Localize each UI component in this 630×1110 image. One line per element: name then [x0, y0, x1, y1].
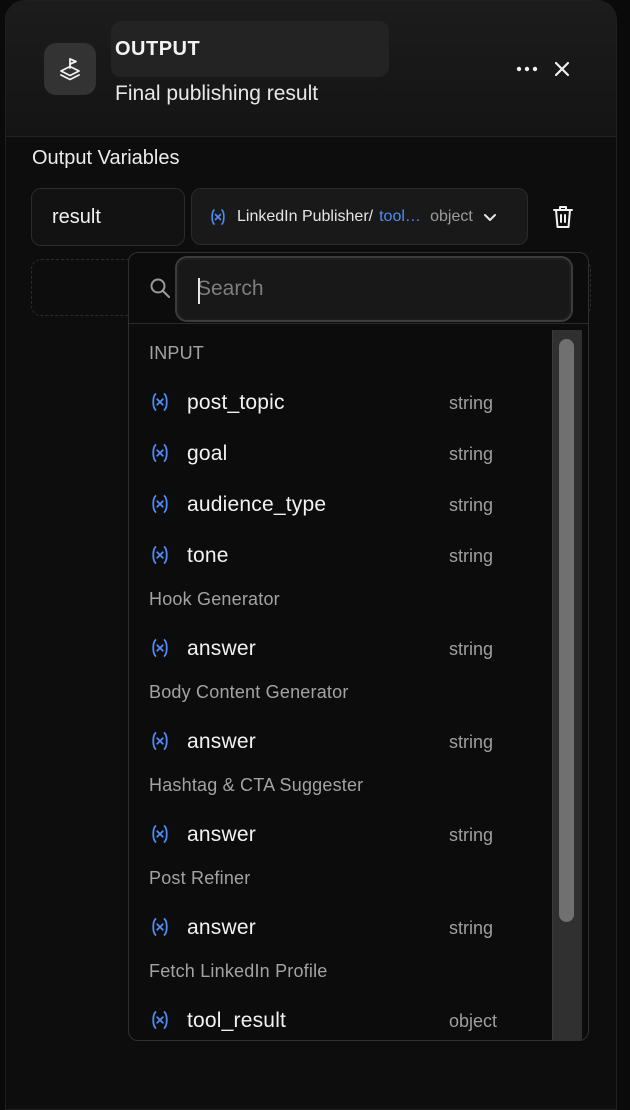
variable-option[interactable]: answer string [129, 815, 549, 855]
group-header: Fetch LinkedIn Profile [149, 961, 328, 981]
group-header: INPUT [149, 343, 204, 363]
scrollbar-thumb[interactable] [559, 339, 574, 922]
variable-option-type: string [449, 639, 494, 659]
variable-icon [149, 391, 171, 413]
more-options-icon[interactable] [514, 57, 540, 81]
variable-icon [149, 823, 171, 845]
variable-option-type: string [449, 825, 494, 845]
variable-option-name: tool_result [187, 1009, 287, 1032]
variable-option[interactable]: goal string [129, 434, 549, 474]
text-caret [198, 278, 200, 304]
variable-icon [149, 637, 171, 659]
selected-source-label: LinkedIn Publisher/ [237, 207, 374, 225]
output-variables-label: Output Variables [32, 147, 180, 169]
variable-source-select[interactable]: LinkedIn Publisher/ tool_result object [191, 188, 528, 245]
variable-option-type: string [449, 495, 494, 515]
search-input-box[interactable] [175, 256, 573, 322]
group-header: Hook Generator [149, 589, 280, 609]
variable-option-name: audience_type [187, 493, 327, 516]
selected-field-label: tool_result [379, 207, 423, 225]
variable-icon [149, 730, 171, 752]
group-header: Body Content Generator [149, 682, 349, 702]
variable-picker-dropdown: INPUTpost_topicstringgoalstringaudience_… [128, 252, 589, 1041]
node-title[interactable]: OUTPUT [115, 38, 200, 61]
variable-option-name: post_topic [187, 391, 285, 414]
variable-option-type: object [449, 1011, 498, 1031]
variable-option-type: string [449, 546, 494, 566]
variable-icon [208, 207, 228, 227]
variable-option-name: answer [187, 823, 256, 846]
search-row [129, 253, 588, 324]
variable-option[interactable]: answer string [129, 908, 549, 948]
variable-option-name: answer [187, 637, 256, 660]
flag-stack-icon [44, 43, 96, 95]
variable-option[interactable]: audience_type string [129, 485, 549, 525]
variable-option-name: tone [187, 544, 229, 567]
variable-option[interactable]: tool_result object [129, 1001, 549, 1040]
variable-icon [149, 916, 171, 938]
panel-header: OUTPUT Final publishing result [6, 1, 616, 137]
trash-icon[interactable] [551, 204, 575, 230]
search-icon [149, 277, 171, 299]
variable-list: INPUT post_topic string goal string audience_… [129, 325, 554, 1040]
variable-name-field[interactable]: result [31, 188, 185, 246]
close-icon[interactable] [550, 57, 574, 81]
variable-option[interactable]: answer string [129, 629, 549, 669]
selected-type-label: object [430, 207, 473, 225]
variable-option-name: answer [187, 730, 256, 753]
variable-option-name: goal [187, 442, 228, 465]
variable-option-type: string [449, 444, 494, 464]
variable-option-type: string [449, 918, 494, 938]
group-header: Post Refiner [149, 868, 251, 888]
variable-option-type: string [449, 393, 494, 413]
variable-option-name: answer [187, 916, 256, 939]
search-input[interactable] [177, 258, 571, 320]
variable-icon [149, 544, 171, 566]
group-header: Hashtag & CTA Suggester [149, 775, 364, 795]
variable-icon [149, 442, 171, 464]
chevron-down-icon [483, 212, 497, 222]
variable-option[interactable]: post_topic string [129, 383, 549, 423]
variable-icon [149, 493, 171, 515]
variable-option[interactable]: answer string [129, 722, 549, 762]
variable-icon [149, 1009, 171, 1031]
node-description[interactable]: Final publishing result [115, 82, 318, 106]
variable-option-type: string [449, 732, 494, 752]
variable-option[interactable]: tone string [129, 536, 549, 576]
